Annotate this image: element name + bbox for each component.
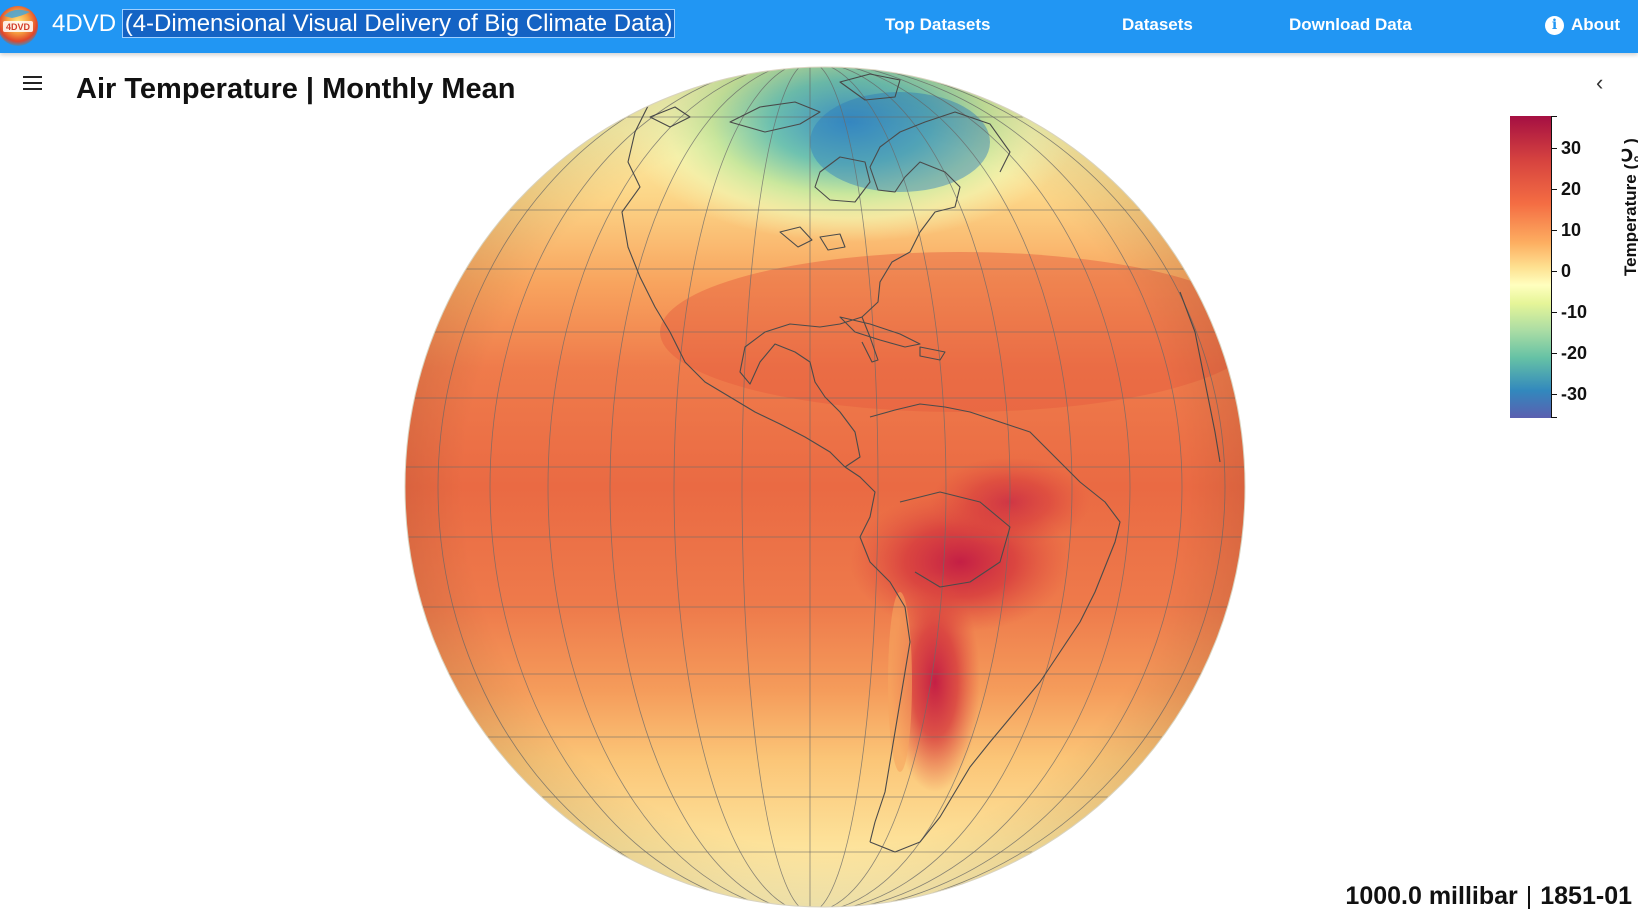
globe-map[interactable]	[400, 62, 1250, 912]
legend-tick-label: -10	[1561, 302, 1588, 322]
legend-tick	[1551, 116, 1557, 117]
legend-tick-label: 30	[1561, 138, 1582, 158]
legend-tick-label: 0	[1561, 261, 1572, 281]
nav-datasets[interactable]: Datasets	[1122, 15, 1193, 35]
app-subtitle: (4-Dimensional Visual Delivery of Big Cl…	[121, 9, 676, 38]
status-separator: |	[1525, 882, 1533, 910]
legend-tick	[1551, 271, 1557, 272]
legend-tick	[1551, 312, 1557, 313]
legend-tick	[1551, 394, 1557, 395]
app-name: 4DVD	[52, 10, 117, 37]
legend-tick	[1551, 230, 1557, 231]
legend-tick	[1551, 417, 1557, 418]
nav-top-datasets[interactable]: Top Datasets	[885, 15, 991, 35]
logo-text: 4DVD	[6, 22, 31, 32]
legend-title: Temperature (℃)	[1621, 138, 1638, 276]
legend-tick-label: 20	[1561, 179, 1582, 199]
top-bar: 4DVD 4DVD (4-Dimensional Visual Delivery…	[0, 0, 1638, 53]
legend-axis	[1551, 116, 1552, 418]
info-icon: i	[1545, 15, 1564, 35]
legend-tick-label: -30	[1561, 384, 1588, 404]
color-legend: 30 20 10 0 -10 -20 -30 Temperature (℃)	[1510, 116, 1638, 421]
current-date: 1851-01	[1540, 882, 1632, 910]
legend-tick-label: 10	[1561, 220, 1582, 240]
hamburger-menu-icon[interactable]	[23, 76, 42, 91]
legend-tick	[1551, 148, 1557, 149]
app-root: 4DVD 4DVD (4-Dimensional Visual Delivery…	[0, 0, 1638, 922]
logo-icon[interactable]: 4DVD	[0, 4, 40, 48]
status-readout: 1000.0 millibar | 1851-01	[1345, 882, 1632, 911]
nav-about-label: About	[1571, 15, 1621, 34]
app-title: 4DVD (4-Dimensional Visual Delivery of B…	[52, 8, 676, 40]
legend-tick-label: -20	[1561, 343, 1588, 363]
nav-download-data[interactable]: Download Data	[1289, 15, 1412, 35]
legend-tick	[1551, 353, 1557, 354]
legend-tick	[1551, 189, 1557, 190]
chevron-left-icon[interactable]: ‹	[1596, 70, 1603, 96]
pressure-level: 1000.0 millibar	[1345, 882, 1518, 910]
legend-color-bar	[1510, 116, 1551, 418]
nav-about[interactable]: i About	[1545, 15, 1620, 35]
